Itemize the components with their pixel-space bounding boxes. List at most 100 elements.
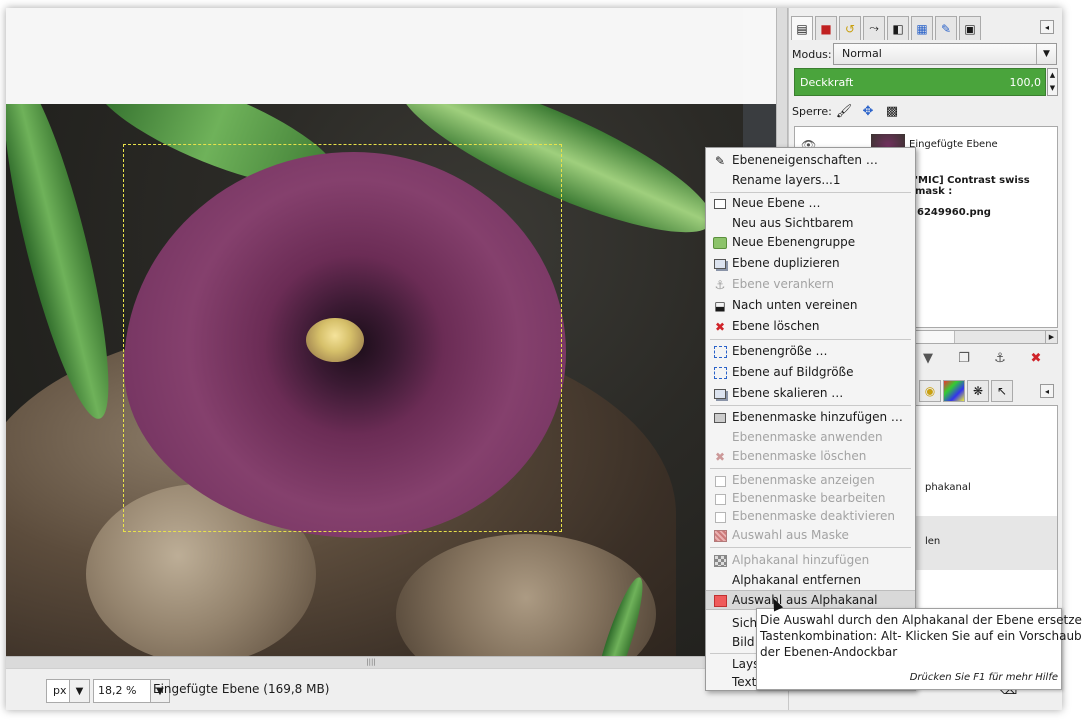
lock-alpha-icon[interactable]: ▩ bbox=[883, 102, 901, 120]
scrollbar-grip-icon[interactable]: |||| bbox=[356, 659, 386, 666]
add-mask-icon bbox=[712, 410, 728, 426]
menu-item-scale-layer[interactable]: Ebene skalieren … bbox=[706, 384, 915, 404]
color-grid-tab-icon[interactable] bbox=[943, 380, 965, 402]
tab-menu-icon[interactable]: ◂ bbox=[1040, 20, 1054, 34]
palette-tab-icon[interactable]: ◉ bbox=[919, 380, 941, 402]
menu-item-add-alpha-channel[interactable]: Alphakanal hinzufügen bbox=[706, 551, 915, 571]
channels-tab-icon[interactable]: ■ bbox=[815, 16, 837, 40]
lower-layer-icon[interactable]: ▼ bbox=[917, 348, 939, 368]
menu-item-label: Ebene duplizieren bbox=[732, 256, 840, 270]
layer-name: 'MIC] Contrast swiss mask : bbox=[915, 175, 1030, 197]
menu-item-apply-layer-mask[interactable]: Ebenenmaske anwenden bbox=[706, 428, 915, 448]
delete-icon: ✖ bbox=[714, 450, 726, 464]
menu-item-show-layer-mask[interactable]: Ebenenmaske anzeigen bbox=[706, 471, 915, 491]
status-info: Eingefügte Ebene (169,8 MB) bbox=[153, 682, 330, 696]
menu-item-layer-size[interactable]: Ebenengröße … bbox=[706, 342, 915, 362]
menu-item-layer-properties[interactable]: ✎ Ebeneneigenschaften … bbox=[706, 151, 915, 171]
opacity-label: Deckkraft bbox=[800, 76, 854, 89]
opacity-spin-icon[interactable]: ▲ ▼ bbox=[1047, 68, 1058, 96]
mode-value: Normal bbox=[842, 47, 882, 60]
brushes-tab-icon[interactable]: ✎ bbox=[935, 16, 957, 40]
anchor-layer-icon[interactable]: ⚓ bbox=[989, 348, 1011, 368]
menu-item-label: Alphakanal entfernen bbox=[732, 573, 861, 587]
menu-item-label: Sich bbox=[732, 616, 758, 630]
menu-item-edit-layer-mask[interactable]: Ebenenmaske bearbeiten bbox=[706, 489, 915, 509]
checkbox-icon bbox=[712, 509, 728, 525]
menu-item-label: Ebene verankern bbox=[732, 277, 834, 291]
menu-item-label: Ebenenmaske anzeigen bbox=[732, 473, 875, 487]
menu-item-duplicate-layer[interactable]: Ebene duplizieren bbox=[706, 254, 915, 274]
paths-tab-icon[interactable]: ↺ bbox=[839, 16, 861, 40]
layer-to-image-icon bbox=[712, 365, 728, 381]
chevron-down-icon[interactable]: ▼ bbox=[1036, 44, 1056, 64]
selection-icon bbox=[712, 593, 728, 609]
menu-item-alpha-to-selection[interactable]: Auswahl aus Alphakanal bbox=[706, 590, 915, 610]
histogram-tab-icon[interactable]: ▦ bbox=[911, 16, 933, 40]
layer-size-icon bbox=[712, 344, 728, 360]
menu-separator bbox=[710, 468, 911, 469]
menu-item-label: Bild bbox=[732, 635, 755, 649]
menu-item-rename-layers[interactable]: Rename layers...1 bbox=[706, 171, 915, 191]
menu-item-label: Rename layers...1 bbox=[732, 173, 841, 187]
menu-item-delete-layer[interactable]: ✖ Ebene löschen bbox=[706, 317, 915, 337]
unit-value: px bbox=[53, 684, 67, 697]
menu-item-label: Ebeneneigenschaften … bbox=[732, 153, 878, 167]
menu-item-label: Alphakanal hinzufügen bbox=[732, 553, 870, 567]
image-canvas[interactable] bbox=[6, 104, 743, 656]
undo-tab-icon[interactable]: ⤳ bbox=[863, 16, 885, 40]
opacity-value: 100,0 bbox=[1009, 76, 1042, 89]
lock-pixels-icon[interactable]: 🖌 bbox=[835, 102, 853, 120]
horizontal-scrollbar[interactable]: |||| bbox=[6, 656, 743, 668]
new-layer-icon bbox=[712, 196, 728, 212]
scale-icon bbox=[712, 386, 728, 402]
menu-item-label: Nach unten vereinen bbox=[732, 298, 858, 312]
menu-item-label: Auswahl aus Alphakanal bbox=[732, 593, 878, 607]
duplicate-layer-icon[interactable]: ❐ bbox=[953, 348, 975, 368]
menu-separator bbox=[710, 547, 911, 548]
layer-buttons: ▼ ❐ ⚓ ✖ bbox=[917, 348, 1047, 368]
menu-item-label: Neue Ebenengruppe bbox=[732, 235, 856, 249]
menu-item-disable-layer-mask[interactable]: Ebenenmaske deaktivieren bbox=[706, 507, 915, 527]
arrow-right-icon[interactable]: ▶ bbox=[1045, 331, 1057, 343]
menu-item-add-layer-mask[interactable]: Ebenenmaske hinzufügen … bbox=[706, 408, 915, 428]
status-bar: px ▼ 18,2 % ▼ Eingefügte Ebene (169,8 MB… bbox=[6, 668, 788, 710]
selection-marquee[interactable] bbox=[123, 144, 562, 532]
menu-item-remove-alpha-channel[interactable]: Alphakanal entfernen bbox=[706, 571, 915, 591]
menu-separator bbox=[710, 192, 911, 193]
menu-separator bbox=[710, 405, 911, 406]
channel-name: phakanal bbox=[925, 482, 971, 493]
documents-tab-icon[interactable]: ▣ bbox=[959, 16, 981, 40]
colors-tab-icon[interactable]: ◧ bbox=[887, 16, 909, 40]
lock-label: Sperre: bbox=[792, 105, 832, 118]
menu-item-layer-to-image-size[interactable]: Ebene auf Bildgröße bbox=[706, 363, 915, 383]
delete-layer-icon[interactable]: ✖ bbox=[1025, 348, 1047, 368]
menu-item-new-layer-group[interactable]: Neue Ebenengruppe bbox=[706, 233, 915, 253]
zoom-select[interactable]: 18,2 % ▼ bbox=[93, 679, 170, 703]
opacity-slider[interactable]: Deckkraft 100,0 bbox=[794, 68, 1046, 96]
mode-select[interactable]: Normal ▼ bbox=[833, 43, 1057, 65]
menu-item-mask-to-selection[interactable]: Auswahl aus Maske bbox=[706, 526, 915, 546]
lock-position-icon[interactable]: ✥ bbox=[859, 102, 877, 120]
alpha-icon bbox=[712, 553, 728, 569]
zoom-value: 18,2 % bbox=[98, 684, 137, 697]
pointer-tab-icon[interactable]: ↖ bbox=[991, 380, 1013, 402]
menu-item-anchor-layer[interactable]: ⚓ Ebene verankern bbox=[706, 275, 915, 295]
menu-item-new-from-visible[interactable]: Neu aus Sichtbarem bbox=[706, 214, 915, 234]
menu-item-label: Ebenenmaske deaktivieren bbox=[732, 509, 896, 523]
checkbox-icon bbox=[712, 491, 728, 507]
chevron-down-icon[interactable]: ▼ bbox=[69, 680, 89, 702]
layers-tab-icon[interactable]: ▤ bbox=[791, 16, 813, 40]
menu-item-merge-down[interactable]: ⬓ Nach unten vereinen bbox=[706, 296, 915, 316]
tab-menu-icon[interactable]: ◂ bbox=[1040, 384, 1054, 398]
layer-name: Eingefügte Ebene bbox=[909, 139, 998, 150]
menu-item-new-layer[interactable]: Neue Ebene … bbox=[706, 194, 915, 214]
menu-item-label: Ebenenmaske hinzufügen … bbox=[732, 410, 903, 424]
menu-item-delete-layer-mask[interactable]: ✖ Ebenenmaske löschen bbox=[706, 447, 915, 467]
menu-item-label: Ebenengröße … bbox=[732, 344, 828, 358]
tooltip-line: Tastenkombination: Alt- Klicken Sie auf … bbox=[760, 629, 1082, 643]
menu-item-label: Ebenenmaske löschen bbox=[732, 449, 867, 463]
menu-item-label: Neue Ebene … bbox=[732, 196, 821, 210]
pattern-tab-icon[interactable]: ❋ bbox=[967, 380, 989, 402]
unit-select[interactable]: px ▼ bbox=[46, 679, 90, 703]
channel-name: len bbox=[925, 536, 941, 547]
